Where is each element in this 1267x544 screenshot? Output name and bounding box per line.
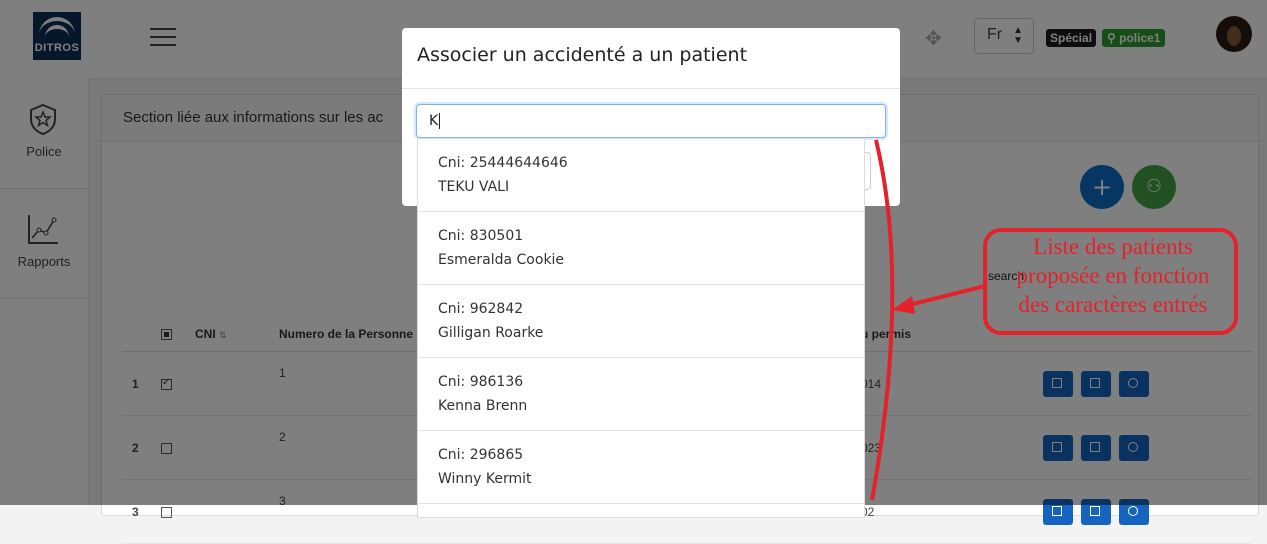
annotation-arrow-line [904, 284, 986, 308]
folder-icon [1052, 505, 1062, 516]
annotation-curve-line [870, 139, 895, 501]
annotation-line: proposée en fonction [1016, 263, 1210, 288]
annotation-line: des caractères entrés [1018, 292, 1208, 317]
annotation-line: Liste des patients [1033, 234, 1193, 259]
annotation-text: Liste des patients proposée en fonction … [993, 232, 1233, 319]
annotation-arrow-head [892, 296, 915, 314]
minus-circle-icon [1128, 505, 1138, 516]
row-checkbox[interactable] [161, 506, 172, 518]
edit-icon [1090, 505, 1100, 516]
